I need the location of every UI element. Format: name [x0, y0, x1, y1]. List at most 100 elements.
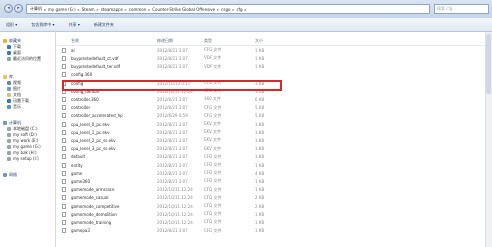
file-row[interactable]: gamemode_demolition 2012/10/11 12:24 CFG 文… — [57, 211, 487, 218]
file-size: 1 KB — [255, 121, 265, 127]
file-row[interactable]: controller.360 2012/8/21 3:07 360 文件 6 KB — [57, 96, 487, 103]
file-row[interactable]: cpu_level_2_pc_ss.ekv 2012/8/21 3:07 EKV 文… — [57, 137, 487, 144]
breadcrumb-separator[interactable]: ▸ — [245, 7, 247, 12]
file-name: controller.360 — [71, 96, 99, 102]
file-type: VDF 文件 — [204, 55, 222, 61]
file-type: CFG 文件 — [204, 170, 222, 176]
file-name: game360 — [71, 178, 90, 184]
nav-item[interactable]: my game (G:) — [7, 144, 41, 149]
file-size: 1 KB — [255, 162, 265, 168]
file-row[interactable]: game 2012/8/21 3:07 CFG 文件 4 KB — [57, 170, 487, 177]
column-type[interactable]: 类型 — [204, 38, 212, 44]
file-name: gamemode_training — [71, 219, 112, 225]
file-row[interactable]: gamemode_armsrace 2012/10/11 12:24 CFG 文件 1… — [57, 186, 487, 193]
file-icon — [62, 228, 66, 234]
nav-item[interactable]: 音乐 — [7, 104, 21, 110]
file-size: 1 KB — [255, 137, 265, 143]
file-icon — [62, 195, 66, 201]
file-date: 2012/10/11 12:24 — [157, 195, 193, 201]
back-button[interactable]: ◂ — [4, 4, 13, 13]
file-icon — [62, 121, 66, 127]
breadcrumb-segment[interactable]: cfg — [236, 7, 242, 12]
nav-item[interactable]: my bak (H:) — [7, 150, 37, 155]
file-date: 2012/6/29 0:59 — [157, 113, 188, 119]
file-row[interactable]: buyprestedefault_ct.vdf 2012/8/21 3:07 VDF… — [57, 55, 487, 62]
file-row[interactable]: gamemode_competitive 2012/10/11 12:24 CFG … — [57, 203, 487, 210]
nav-item[interactable]: 网络 — [3, 172, 17, 178]
command-bar: 组织 ▾ 包含到库中 ▾ 共享 ▾ 新建文件夹 — [0, 18, 492, 32]
breadcrumb-segment[interactable]: 计算机 — [30, 6, 42, 12]
file-icon — [62, 113, 66, 119]
nav-item[interactable]: my soft (D:) — [7, 132, 37, 137]
forward-button[interactable]: ▸ — [14, 4, 23, 13]
folder-icon — [7, 45, 11, 49]
file-date: 2012/8/21 3:07 — [157, 146, 188, 152]
breadcrumb-separator[interactable]: ▸ — [232, 7, 234, 12]
search-input[interactable]: 搜索 cfg — [434, 4, 489, 14]
column-name[interactable]: 名称 — [71, 38, 79, 44]
file-size: 1 KB — [255, 187, 265, 193]
scrollbar-thumb[interactable] — [486, 34, 491, 94]
file-type: CFG 文件 — [204, 47, 222, 53]
file-row[interactable]: controller 2012/8/21 3:07 CFG 文件 5 KB — [57, 104, 487, 111]
file-icon — [62, 129, 66, 135]
nav-item[interactable]: 最近访问的位置 — [7, 56, 41, 62]
file-icon — [62, 137, 66, 143]
file-type: 360 文件 — [204, 96, 221, 102]
file-size: 1 KB — [255, 219, 265, 225]
folder-icon — [7, 156, 11, 161]
breadcrumb-separator[interactable]: ▸ — [148, 7, 150, 12]
file-row[interactable]: entity 2012/8/21 3:07 CFG 文件 1 KB — [57, 162, 487, 169]
file-row[interactable]: gamepa3 2012/8/21 3:07 CFG 文件 1 KB — [57, 227, 487, 234]
breadcrumb-segment[interactable]: my game (G:) — [48, 7, 76, 12]
file-name: controller_accelerated_hp — [71, 113, 123, 119]
address-bar[interactable]: 计算机 ▸ my game (G:) ▸ Steam ▸ steamapps ▸ common ▸… — [26, 4, 430, 14]
file-row[interactable]: gamemode_casual 2012/10/11 12:24 CFG 文件 2 K… — [57, 195, 487, 202]
new-folder-button[interactable]: 新建文件夹 — [94, 22, 114, 28]
file-type: CFG 文件 — [204, 227, 222, 233]
organize-button[interactable]: 组织 ▾ — [6, 22, 17, 28]
column-size[interactable]: 大小 — [255, 38, 263, 44]
nav-item[interactable]: my setup (I:) — [7, 156, 39, 161]
breadcrumb-segment[interactable]: steamapps — [101, 7, 123, 12]
file-row[interactable]: controller_accelerated_hp 2012/6/29 0:59 C… — [57, 113, 487, 120]
nav-item-label: my soft (D:) — [13, 132, 37, 137]
breadcrumb-separator[interactable]: ▸ — [217, 7, 219, 12]
folder-icon — [7, 132, 11, 137]
breadcrumb-segment[interactable]: csgo — [221, 7, 230, 12]
file-name: ai — [71, 47, 75, 53]
file-row[interactable]: cpu_level_1_pc.ekv 2012/8/21 3:07 EKV 文件 1 … — [57, 129, 487, 136]
file-row[interactable]: ai 2012/8/21 3:07 CFG 文件 1 KB — [57, 47, 487, 54]
breadcrumb-separator[interactable]: ▸ — [78, 7, 80, 12]
file-icon — [62, 96, 66, 102]
folder-icon — [7, 93, 11, 97]
file-row[interactable]: config.360 — [57, 72, 487, 79]
file-name: buyprestedefault_ct.vdf — [71, 55, 119, 61]
breadcrumb-segment[interactable]: Counter-Strike Global Offensive — [152, 7, 215, 12]
breadcrumb-segment[interactable]: Steam — [82, 7, 95, 12]
file-date: 2012/10/11 12:24 — [157, 187, 193, 193]
breadcrumb-separator[interactable]: ▸ — [44, 7, 46, 12]
breadcrumb-separator[interactable]: ▸ — [125, 7, 127, 12]
file-type: CFG 文件 — [204, 162, 222, 168]
file-name: game — [71, 170, 83, 176]
file-row[interactable]: buyprestedefault_ter.vdf 2012/8/21 3:07 VD… — [57, 63, 487, 70]
folder-icon — [7, 51, 11, 55]
file-size: 1 KB — [255, 211, 265, 217]
file-date: 2012/8/21 3:07 — [157, 154, 188, 160]
breadcrumb-separator[interactable]: ▸ — [97, 7, 99, 12]
nav-item[interactable]: my work (E:) — [7, 138, 38, 143]
file-row[interactable]: cpu_level_0_pc.ekv 2012/8/21 3:07 EKV 文件 1 … — [57, 121, 487, 128]
file-size: 1 KB — [255, 129, 265, 135]
breadcrumb-segment[interactable]: common — [129, 7, 146, 12]
column-date[interactable]: 修改日期 — [157, 38, 173, 44]
share-button[interactable]: 共享 ▾ — [69, 22, 80, 28]
file-date: 2012/8/21 3:07 — [157, 170, 188, 176]
file-row[interactable]: default 2012/8/21 3:07 CFG 文件 1 KB — [57, 154, 487, 161]
file-date: 2012/10/11 12:24 — [157, 219, 193, 225]
file-row[interactable]: gamemode_training 2012/10/11 12:24 CFG 文件 1… — [57, 219, 487, 226]
group-icon — [3, 121, 7, 125]
file-row[interactable]: game360 2012/8/21 3:07 CFG 文件 1 KB — [57, 178, 487, 185]
include-in-library-button[interactable]: 包含到库中 ▾ — [31, 22, 54, 28]
file-row[interactable]: cpu_level_3_pc_ss.ekv 2012/8/21 3:07 EKV 文… — [57, 145, 487, 152]
